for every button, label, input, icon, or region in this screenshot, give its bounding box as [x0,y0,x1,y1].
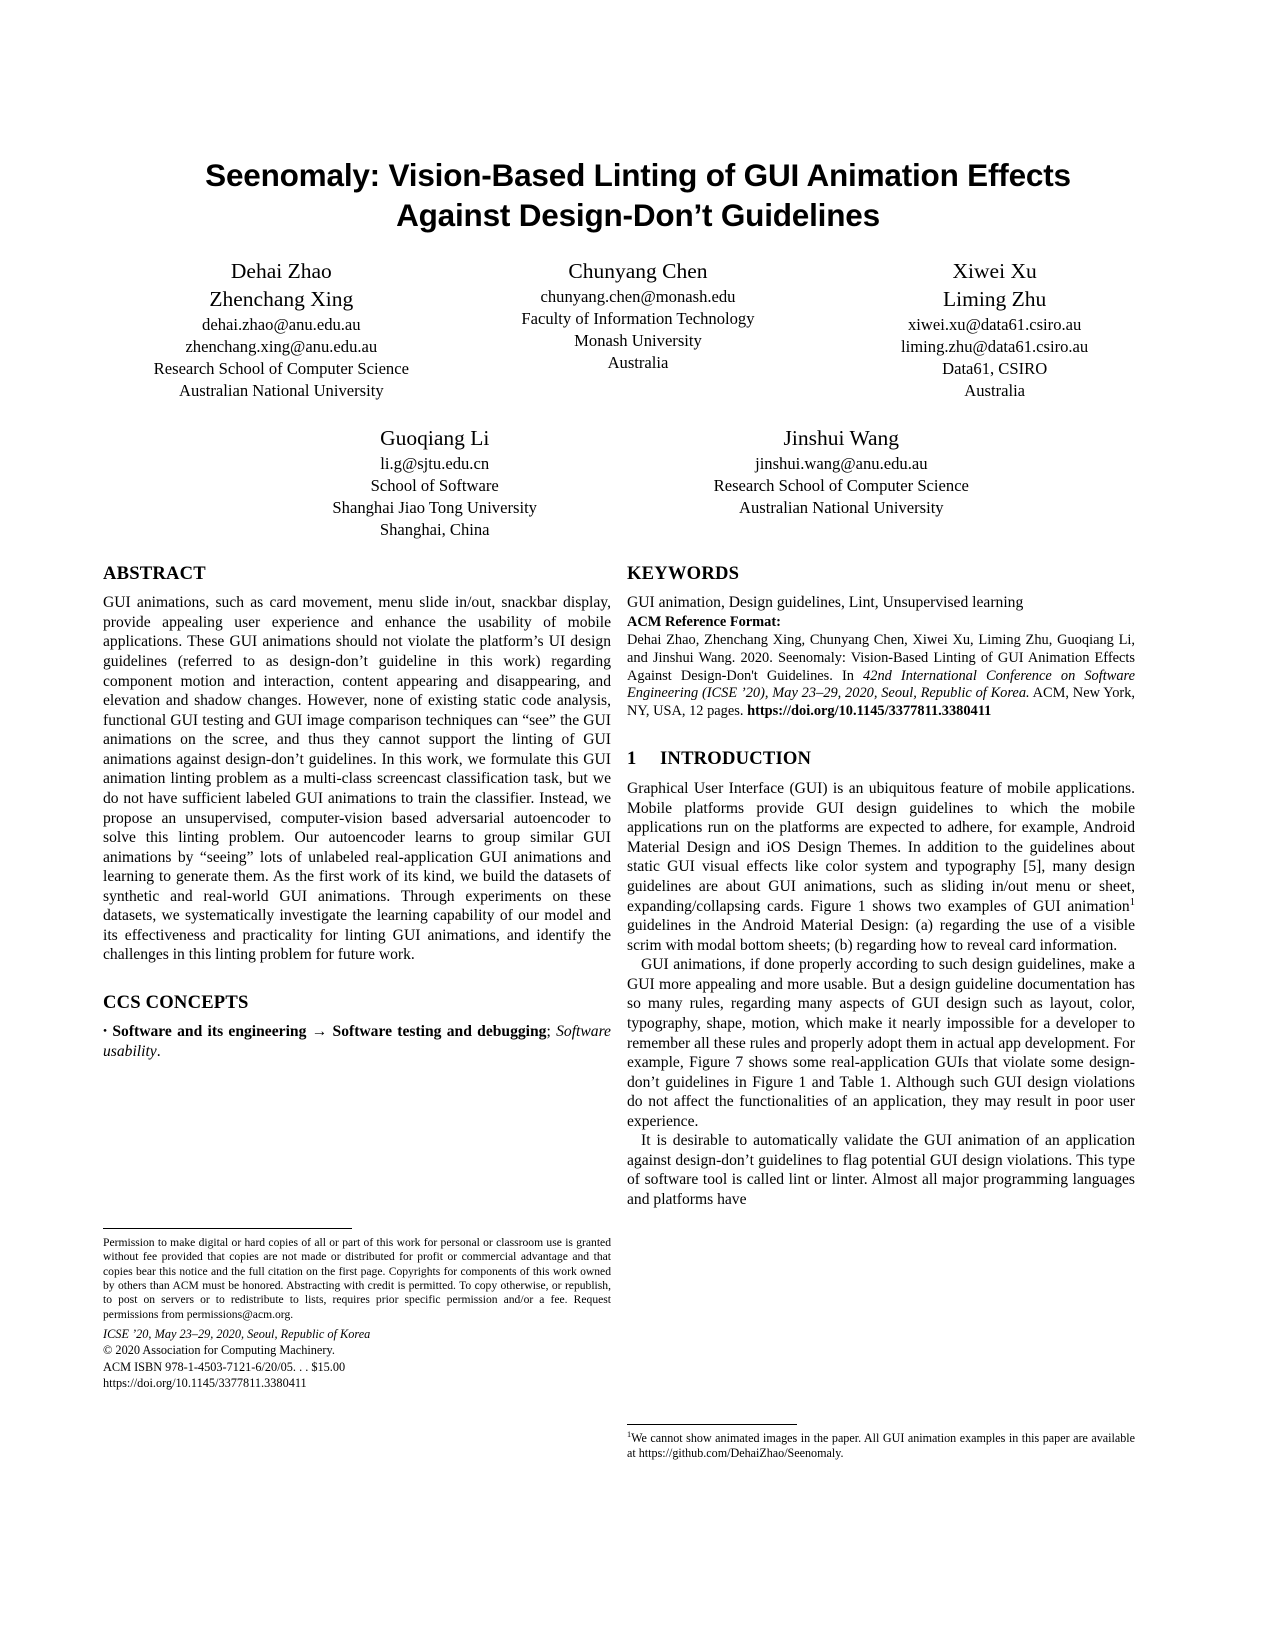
keywords-heading: KEYWORDS [627,563,740,584]
authors-row-2: Guoqiang Li li.g@sjtu.edu.cn School of S… [103,425,1173,541]
ccs-arrow-icon: → [311,1023,328,1041]
acm-reference-heading: ACM Reference Format: [627,613,781,630]
title-block: Seenomaly: Vision-Based Linting of GUI A… [103,155,1173,236]
footnote-text: 1We cannot show animated images in the p… [627,1430,1135,1462]
author-country: Australia [964,381,1026,401]
author-affiliation: Data61, CSIRO [942,359,1048,378]
right-column: KEYWORDS GUI animation, Design guideline… [627,562,1135,1210]
ccs-concept-primary: Software and its engineering [112,1023,307,1041]
left-column: ABSTRACT GUI animations, such as card mo… [103,562,611,1062]
author-block-2: Chunyang Chen chunyang.chen@monash.edu F… [460,258,817,402]
author-name: Jinshui Wang [783,426,900,450]
ccs-text: • Software and its engineering → Softwar… [103,1022,611,1061]
ccs-separator: ; [546,1023,551,1041]
copyright-meta: ICSE ’20, May 23–29, 2020, Seoul, Republ… [103,1326,611,1391]
ccs-bullet: • [103,1024,108,1038]
author-affiliation: Faculty of Information Technology [521,309,755,328]
authors-row-1: Dehai Zhao Zhenchang Xing dehai.zhao@anu… [103,258,1173,402]
footnote-body: We cannot show animated images in the pa… [627,1431,1135,1461]
intro-paragraph-2: GUI animations, if done properly accordi… [627,956,1135,1130]
author-block-5: Jinshui Wang jinshui.wang@anu.edu.au Res… [638,425,1045,541]
author-affiliation: School of Software [370,476,499,495]
author-affiliation: Research School of Computer Science [153,359,409,378]
footnote-divider [627,1424,797,1425]
copyright-line: © 2020 Association for Computing Machine… [103,1343,335,1358]
footnote-block: 1We cannot show animated images in the p… [627,1424,1135,1462]
doi-link[interactable]: https://doi.org/10.1145/3377811.3380411 [103,1376,307,1390]
author-affiliation: Monash University [574,331,702,351]
footnote-marker: 1 [1129,896,1135,908]
author-name: Zhenchang Xing [209,286,354,311]
intro-p1-part-b: guidelines in the Android Material Desig… [627,917,1135,954]
acm-reference-text: Dehai Zhao, Zhenchang Xing, Chunyang Che… [627,632,1135,721]
author-country: Australia [607,353,669,373]
introduction-heading: 1 INTRODUCTION [627,747,1135,770]
ccs-concept-secondary: Software testing and debugging [332,1023,547,1041]
ccs-period: . [156,1042,161,1060]
abstract-text: GUI animations, such as card movement, m… [103,594,611,964]
copyright-block: Permission to make digital or hard copie… [103,1228,611,1391]
author-name: Chunyang Chen [568,259,708,283]
author-block-3: Xiwei Xu Liming Zhu xiwei.xu@data61.csir… [816,258,1173,402]
author-email: liming.zhu@data61.csiro.au [901,336,1089,356]
abstract-heading: ABSTRACT [103,563,206,584]
keywords-text: GUI animation, Design guidelines, Lint, … [627,594,1024,612]
title-line-1: Seenomaly: Vision-Based Linting of GUI A… [205,157,1071,193]
title-line-2: Against Design-Don’t Guidelines [396,197,880,234]
reference-doi-link[interactable]: https://doi.org/10.1145/3377811.3380411 [747,703,991,719]
isbn-line: ACM ISBN 978-1-4503-7121-6/20/05. . . $1… [103,1359,346,1374]
author-affiliation: Shanghai Jiao Tong University [332,498,537,518]
section-title: INTRODUCTION [660,747,812,769]
author-block-1: Dehai Zhao Zhenchang Xing dehai.zhao@anu… [103,258,460,402]
author-name: Liming Zhu [942,286,1047,311]
intro-paragraph-1: Graphical User Interface (GUI) is an ubi… [627,779,1135,955]
conference-line: ICSE ’20, May 23–29, 2020, Seoul, Republ… [103,1326,371,1341]
ccs-heading: CCS CONCEPTS [103,992,249,1014]
author-city: Shanghai, China [379,520,490,540]
author-block-4: Guoqiang Li li.g@sjtu.edu.cn School of S… [231,425,638,541]
copyright-divider [103,1228,352,1229]
author-affiliation: Research School of Computer Science [713,476,969,495]
author-email: zhenchang.xing@anu.edu.au [185,336,378,356]
author-email: li.g@sjtu.edu.cn [380,453,490,473]
author-name: Guoqiang Li [380,426,490,450]
author-email: dehai.zhao@anu.edu.au [202,314,361,334]
author-email: jinshui.wang@anu.edu.au [755,453,928,473]
author-name: Xiwei Xu [952,259,1037,283]
paper-page: Seenomaly: Vision-Based Linting of GUI A… [0,0,1275,1650]
author-affiliation: Australian National University [179,381,384,401]
intro-p1-part-a: Graphical User Interface (GUI) is an ubi… [627,780,1135,915]
author-email: xiwei.xu@data61.csiro.au [907,314,1082,334]
author-email: chunyang.chen@monash.edu [540,286,736,306]
page-title: Seenomaly: Vision-Based Linting of GUI A… [103,155,1173,236]
permission-text: Permission to make digital or hard copie… [103,1236,611,1321]
intro-paragraph-3: It is desirable to automatically validat… [627,1132,1135,1209]
section-number: 1 [627,747,637,769]
author-name: Dehai Zhao [230,259,332,283]
author-affiliation: Australian National University [738,498,944,518]
